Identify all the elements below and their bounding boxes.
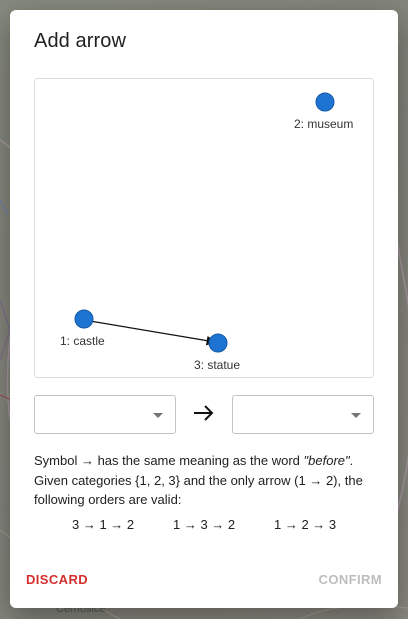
valid-orders-list: 3 → 1 → 2 1 → 3 → 2 1 → 2 → 3	[34, 517, 374, 537]
explanation-line-3: following orders are valid:	[34, 492, 182, 507]
graph-svg: 1: castle 2: museum 3: statue	[60, 92, 353, 372]
graph-canvas[interactable]: 1: castle 2: museum 3: statue	[34, 78, 374, 378]
to-category-select[interactable]	[232, 395, 374, 434]
from-category-select[interactable]	[34, 395, 176, 434]
explanation-text: Symbol → has the same meaning as the wor…	[34, 451, 374, 510]
node-statue[interactable]	[208, 333, 228, 353]
arrow-right-icon	[194, 405, 214, 421]
chevron-down-icon	[351, 413, 361, 418]
explanation-line-1: Symbol → has the same meaning as the wor…	[34, 453, 354, 468]
valid-order-item: 1 → 3 → 2	[173, 517, 236, 532]
node-label-statue: 3: statue	[194, 358, 240, 372]
confirm-button[interactable]: CONFIRM	[319, 572, 382, 587]
discard-button[interactable]: DISCARD	[26, 572, 88, 587]
node-museum[interactable]	[315, 92, 335, 112]
node-label-museum: 2: museum	[294, 117, 353, 131]
explanation-line-2: Given categories {1, 2, 3} and the only …	[34, 472, 363, 488]
node-label-castle: 1: castle	[60, 334, 105, 348]
valid-order-item: 3 → 1 → 2	[72, 517, 135, 532]
dialog-title: Add arrow	[34, 30, 127, 52]
add-arrow-dialog: Add arrow 1: castle 2: museum 3: statue	[10, 10, 398, 608]
node-castle[interactable]	[74, 309, 94, 329]
chevron-down-icon	[153, 413, 163, 418]
valid-order-item: 1 → 2 → 3	[274, 517, 337, 532]
